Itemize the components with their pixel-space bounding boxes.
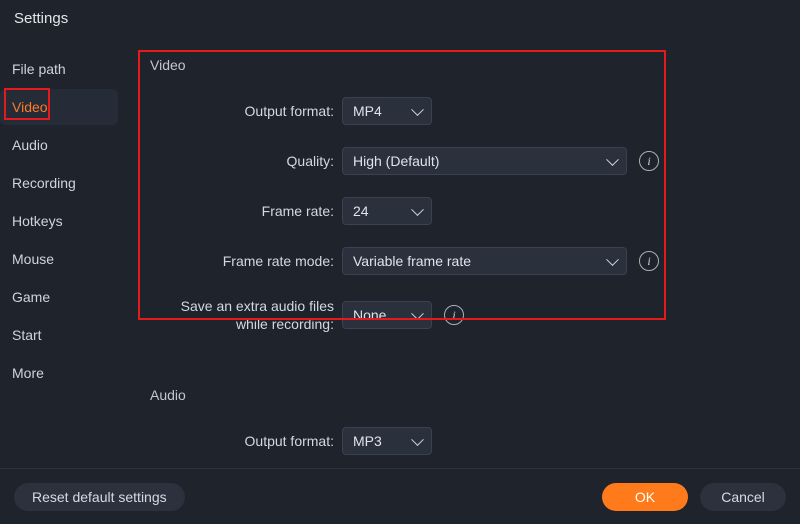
sidebar-item-label: Audio <box>12 137 48 153</box>
label-output-format: Output format: <box>144 102 342 120</box>
row-frame-rate: Frame rate: 24 <box>144 197 774 225</box>
row-frame-rate-mode: Frame rate mode: Variable frame rate i <box>144 247 774 275</box>
label-frame-rate-mode: Frame rate mode: <box>144 252 342 270</box>
dropdown-value: MP3 <box>353 433 382 449</box>
row-quality: Quality: High (Default) i <box>144 147 774 175</box>
sidebar-item-mouse[interactable]: Mouse <box>0 241 118 277</box>
sidebar-item-label: More <box>12 365 44 381</box>
ok-button[interactable]: OK <box>602 483 688 511</box>
frame-rate-mode-dropdown[interactable]: Variable frame rate <box>342 247 627 275</box>
label-save-extra-audio: Save an extra audio files while recordin… <box>144 297 342 333</box>
sidebar-item-label: Mouse <box>12 251 54 267</box>
video-section-title: Video <box>150 57 774 73</box>
quality-dropdown[interactable]: High (Default) <box>342 147 627 175</box>
reset-default-button[interactable]: Reset default settings <box>14 483 185 511</box>
sidebar-item-label: Start <box>12 327 42 343</box>
sidebar-item-recording[interactable]: Recording <box>0 165 118 201</box>
sidebar-item-label: Video <box>12 99 48 115</box>
label-frame-rate: Frame rate: <box>144 202 342 220</box>
dropdown-value: None <box>353 307 386 323</box>
row-audio-output-format: Output format: MP3 <box>144 427 774 455</box>
dropdown-value: Variable frame rate <box>353 253 471 269</box>
info-icon[interactable]: i <box>639 251 659 271</box>
audio-section: Audio Output format: MP3 Bitrate: 128 kb… <box>138 381 780 463</box>
dropdown-value: High (Default) <box>353 153 439 169</box>
frame-rate-dropdown[interactable]: 24 <box>342 197 432 225</box>
label-audio-output-format: Output format: <box>144 432 342 450</box>
info-icon[interactable]: i <box>444 305 464 325</box>
audio-output-format-dropdown[interactable]: MP3 <box>342 427 432 455</box>
audio-section-title: Audio <box>150 387 774 403</box>
sidebar-item-start[interactable]: Start <box>0 317 118 353</box>
row-output-format: Output format: MP4 <box>144 97 774 125</box>
sidebar-item-video[interactable]: Video <box>0 89 118 125</box>
sidebar-item-label: Hotkeys <box>12 213 63 229</box>
sidebar-item-audio[interactable]: Audio <box>0 127 118 163</box>
cancel-button[interactable]: Cancel <box>700 483 786 511</box>
settings-content: Video Output format: MP4 Quality: High (… <box>124 33 800 463</box>
sidebar-item-label: Recording <box>12 175 76 191</box>
sidebar-item-label: File path <box>12 61 66 77</box>
dropdown-value: MP4 <box>353 103 382 119</box>
output-format-dropdown[interactable]: MP4 <box>342 97 432 125</box>
video-section: Video Output format: MP4 Quality: High (… <box>138 51 780 365</box>
sidebar-item-hotkeys[interactable]: Hotkeys <box>0 203 118 239</box>
dropdown-value: 24 <box>353 203 369 219</box>
sidebar-item-label: Game <box>12 289 50 305</box>
footer-bar: Reset default settings OK Cancel <box>0 468 800 524</box>
settings-sidebar: File path Video Audio Recording Hotkeys … <box>0 33 124 463</box>
window-title: Settings <box>0 0 800 33</box>
sidebar-item-game[interactable]: Game <box>0 279 118 315</box>
sidebar-item-file-path[interactable]: File path <box>0 51 118 87</box>
sidebar-item-more[interactable]: More <box>0 355 118 391</box>
row-save-extra-audio: Save an extra audio files while recordin… <box>144 297 774 333</box>
save-extra-audio-dropdown[interactable]: None <box>342 301 432 329</box>
info-icon[interactable]: i <box>639 151 659 171</box>
label-quality: Quality: <box>144 152 342 170</box>
